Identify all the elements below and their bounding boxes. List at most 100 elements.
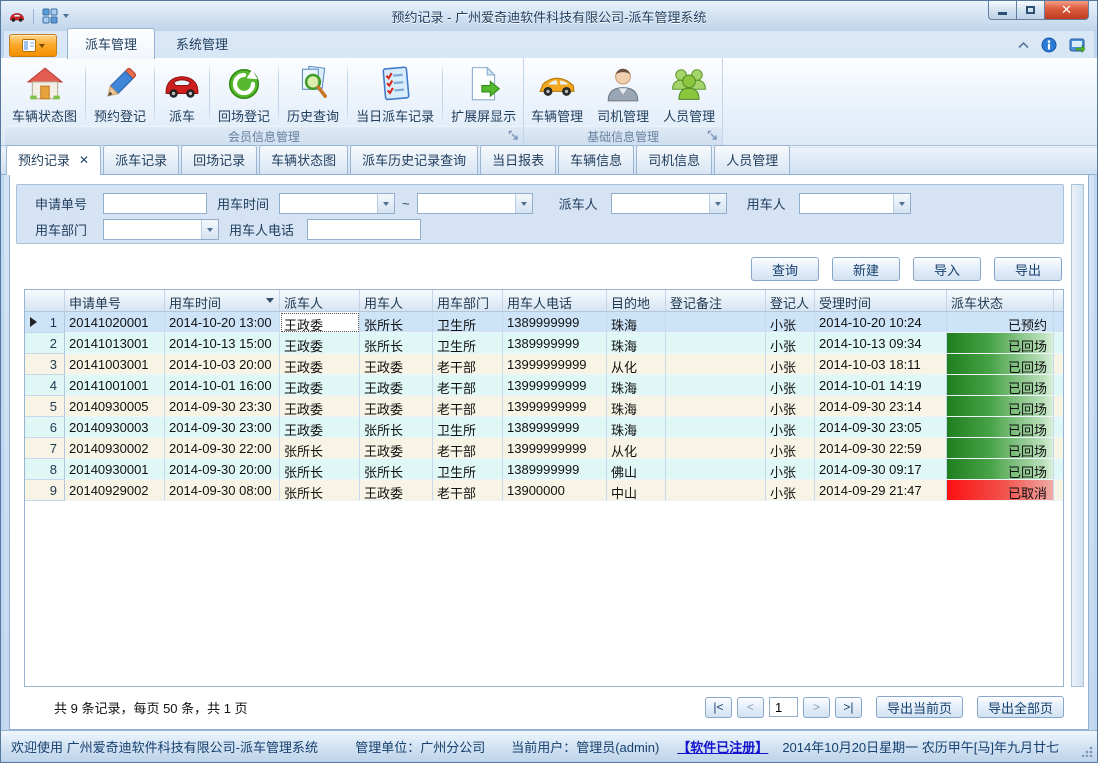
next-page-button[interactable]: >: [803, 697, 830, 718]
table-row[interactable]: 9201409290022014-09-30 08:00张所长王政委老干部139…: [25, 480, 1063, 501]
table-cell[interactable]: 卫生所: [433, 333, 503, 354]
table-cell[interactable]: 小张: [766, 417, 815, 438]
table-row[interactable]: 4201410010012014-10-01 16:00王政委王政委老干部139…: [25, 375, 1063, 396]
dialog-launcher-icon[interactable]: [508, 130, 519, 141]
column-header[interactable]: 登记人: [766, 290, 815, 311]
doc-tab-1[interactable]: 预约记录✕: [6, 145, 101, 175]
table-cell[interactable]: 老干部: [433, 396, 503, 417]
dispatch-status-cell[interactable]: 已预约: [947, 312, 1054, 333]
table-cell[interactable]: 王政委: [280, 375, 360, 396]
table-cell[interactable]: [666, 396, 766, 417]
row-number-cell[interactable]: 9: [25, 480, 65, 501]
table-cell[interactable]: 2014-09-30 20:00: [165, 459, 280, 480]
table-cell[interactable]: 2014-10-01 14:19: [815, 375, 947, 396]
table-cell[interactable]: 13900000: [503, 480, 607, 501]
table-cell[interactable]: 2014-09-30 08:00: [165, 480, 280, 501]
table-cell[interactable]: 老干部: [433, 375, 503, 396]
table-cell[interactable]: 13999999999: [503, 375, 607, 396]
table-cell[interactable]: 2014-09-30 22:00: [165, 438, 280, 459]
minimize-button[interactable]: [988, 1, 1017, 20]
info-icon[interactable]: [1041, 37, 1057, 53]
export-button[interactable]: 导出: [994, 257, 1062, 281]
department-combo[interactable]: [103, 219, 219, 240]
table-cell[interactable]: 卫生所: [433, 312, 503, 333]
table-cell[interactable]: 小张: [766, 438, 815, 459]
doc-tab-6[interactable]: 当日报表: [480, 145, 556, 174]
table-cell[interactable]: 老干部: [433, 480, 503, 501]
table-cell[interactable]: 从化: [607, 354, 666, 375]
table-cell[interactable]: 1389999999: [503, 312, 607, 333]
table-cell[interactable]: 20141013001: [65, 333, 165, 354]
table-cell[interactable]: 王政委: [280, 333, 360, 354]
table-cell[interactable]: 2014-09-30 23:00: [165, 417, 280, 438]
dispatch-status-cell[interactable]: 已回场: [947, 438, 1054, 459]
row-number-cell[interactable]: 4: [25, 375, 65, 396]
table-cell[interactable]: 王政委: [360, 480, 433, 501]
use-time-from-combo[interactable]: [279, 193, 395, 214]
table-cell[interactable]: 张所长: [360, 333, 433, 354]
table-cell[interactable]: 王政委: [360, 396, 433, 417]
table-cell[interactable]: 王政委: [280, 312, 360, 333]
about-icon[interactable]: [1069, 37, 1085, 53]
table-cell[interactable]: [666, 417, 766, 438]
table-cell[interactable]: 20141003001: [65, 354, 165, 375]
row-number-cell[interactable]: 1: [25, 312, 65, 333]
table-row[interactable]: 2201410130012014-10-13 15:00王政委张所长卫生所138…: [25, 333, 1063, 354]
table-row[interactable]: 7201409300022014-09-30 22:00张所长王政委老干部139…: [25, 438, 1063, 459]
table-cell[interactable]: 2014-10-20 10:24: [815, 312, 947, 333]
table-cell[interactable]: 20140930003: [65, 417, 165, 438]
dispatch-status-cell[interactable]: 已回场: [947, 354, 1054, 375]
table-cell[interactable]: [666, 375, 766, 396]
doc-tab-2[interactable]: 派车记录: [103, 145, 179, 174]
table-cell[interactable]: 张所长: [280, 438, 360, 459]
table-cell[interactable]: 2014-09-30 09:17: [815, 459, 947, 480]
phone-input[interactable]: [307, 219, 421, 240]
table-cell[interactable]: 小张: [766, 396, 815, 417]
table-cell[interactable]: 小张: [766, 333, 815, 354]
ribbon-button-checklist[interactable]: 当日派车记录: [349, 60, 441, 126]
resize-grip[interactable]: [1082, 746, 1093, 757]
prev-page-button[interactable]: <: [737, 697, 764, 718]
chevron-down-icon[interactable]: [893, 194, 910, 213]
table-cell[interactable]: 20140930005: [65, 396, 165, 417]
dispatch-status-cell[interactable]: 已回场: [947, 459, 1054, 480]
ribbon-button-red-car[interactable]: 派车: [156, 60, 208, 126]
column-header[interactable]: 派车人: [280, 290, 360, 311]
table-cell[interactable]: 王政委: [360, 375, 433, 396]
registered-link[interactable]: 【软件已注册】: [677, 737, 768, 756]
table-row[interactable]: 3201410030012014-10-03 20:00王政委王政委老干部139…: [25, 354, 1063, 375]
table-cell[interactable]: 张所长: [360, 417, 433, 438]
table-cell[interactable]: 20140929002: [65, 480, 165, 501]
table-cell[interactable]: [666, 333, 766, 354]
table-cell[interactable]: 张所长: [280, 480, 360, 501]
table-cell[interactable]: 珠海: [607, 333, 666, 354]
ribbon-tab-1[interactable]: 派车管理: [67, 28, 155, 59]
page-number-input[interactable]: [769, 697, 798, 717]
chevron-down-icon[interactable]: [377, 194, 394, 213]
doc-tab-8[interactable]: 司机信息: [636, 145, 712, 174]
table-cell[interactable]: 2014-09-29 21:47: [815, 480, 947, 501]
ribbon-button-extend-screen[interactable]: 扩展屏显示: [444, 60, 523, 126]
import-button[interactable]: 导入: [913, 257, 981, 281]
row-number-cell[interactable]: 7: [25, 438, 65, 459]
table-cell[interactable]: [666, 480, 766, 501]
chevron-down-icon[interactable]: [201, 220, 218, 239]
doc-tab-9[interactable]: 人员管理: [714, 145, 790, 174]
column-header[interactable]: 用车部门: [433, 290, 503, 311]
table-cell[interactable]: 张所长: [360, 459, 433, 480]
table-row[interactable]: 8201409300012014-09-30 20:00张所长张所长卫生所138…: [25, 459, 1063, 480]
vertical-scrollbar[interactable]: [1071, 184, 1084, 687]
table-cell[interactable]: 2014-09-30 22:59: [815, 438, 947, 459]
query-button[interactable]: 查询: [751, 257, 819, 281]
table-row[interactable]: 5201409300052014-09-30 23:30王政委王政委老干部139…: [25, 396, 1063, 417]
table-cell[interactable]: 从化: [607, 438, 666, 459]
table-cell[interactable]: 1389999999: [503, 333, 607, 354]
request-no-input[interactable]: [103, 193, 207, 214]
table-cell[interactable]: 小张: [766, 354, 815, 375]
maximize-button[interactable]: [1016, 1, 1045, 20]
last-page-button[interactable]: >|: [835, 697, 862, 718]
ribbon-button-history-search[interactable]: 历史查询: [280, 60, 346, 126]
table-cell[interactable]: 小张: [766, 375, 815, 396]
doc-tab-7[interactable]: 车辆信息: [558, 145, 634, 174]
table-cell[interactable]: 老干部: [433, 438, 503, 459]
